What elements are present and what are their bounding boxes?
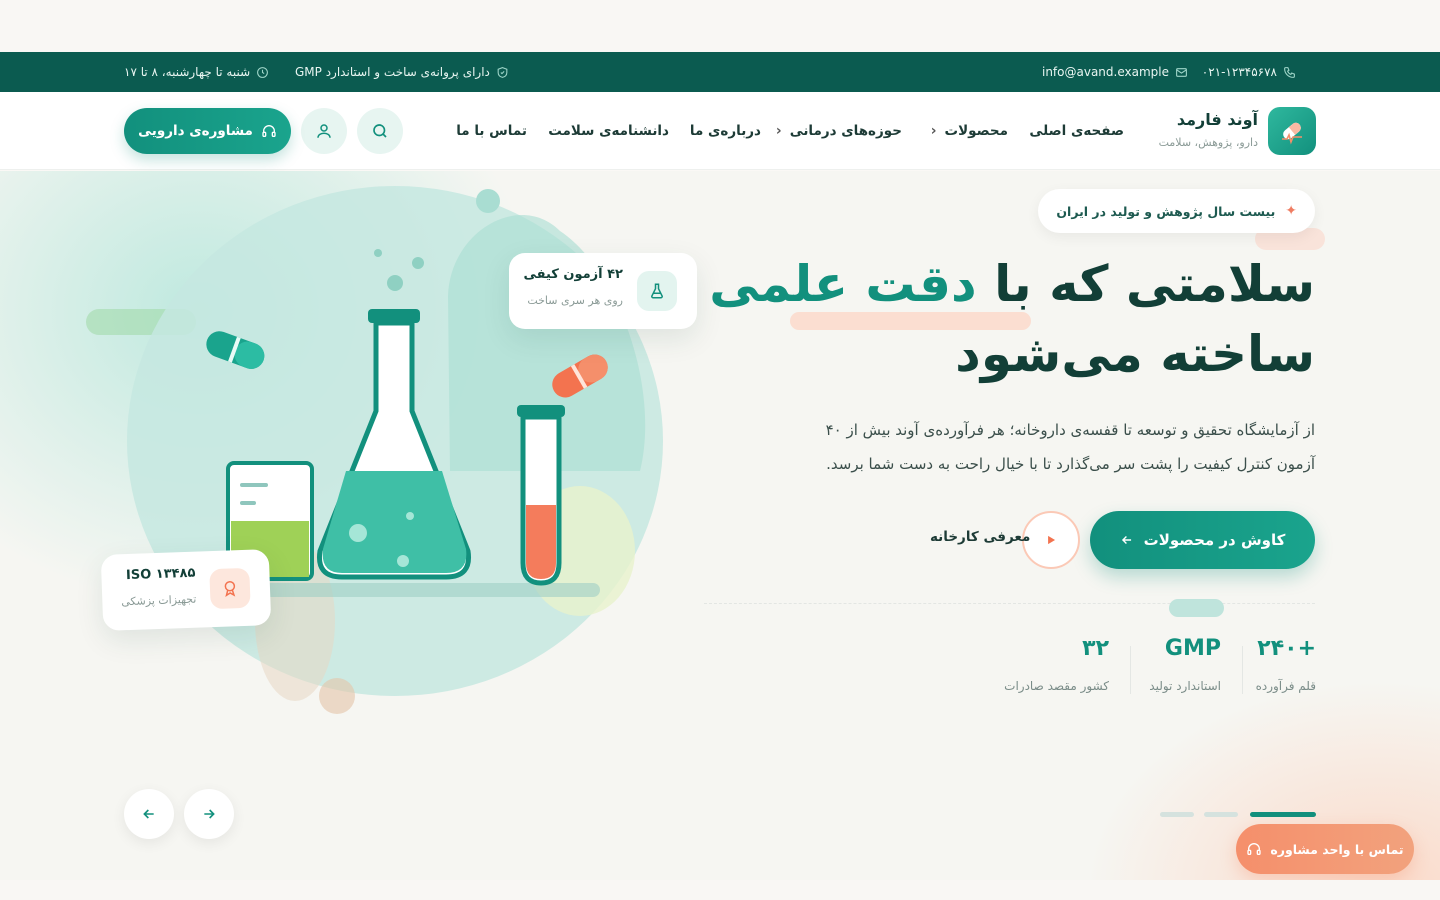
headset-icon	[262, 125, 276, 137]
divider-decor	[1169, 599, 1224, 617]
hero-title-line1: سلامتی که با دقت علمی	[709, 249, 1315, 319]
bubble	[387, 275, 403, 291]
top-info-bar: ۰۲۱-۱۲۳۴۵۶۷۸ info@avand.example شنبه تا …	[0, 52, 1440, 92]
stat-products-value: +۲۴۰	[1257, 636, 1316, 661]
nav-item-products[interactable]: محصولات ‹	[931, 92, 1008, 170]
slider-prev-button[interactable]	[124, 789, 174, 839]
page-bottom-spacer	[0, 880, 1440, 900]
stat-separator	[1130, 646, 1131, 694]
slider-next-button[interactable]	[184, 789, 234, 839]
decor-dot-sand	[319, 678, 355, 714]
stat-standard-label: استاندارد تولید	[1149, 679, 1221, 693]
arrow-right-icon	[204, 809, 215, 819]
headset-icon	[1247, 843, 1262, 855]
consult-button[interactable]: مشاوره‌ی دارویی	[124, 108, 291, 154]
sparkle-icon: ✦	[1285, 203, 1297, 219]
shield-check-icon	[497, 66, 508, 78]
arrow-left-icon	[1121, 536, 1131, 544]
account-button[interactable]	[301, 108, 347, 154]
slider-dot-active[interactable]	[1250, 812, 1316, 817]
hero-title-accent: دقت علمی	[709, 255, 977, 313]
bubble	[412, 257, 424, 269]
test-tube	[517, 405, 565, 586]
capsule-logo-icon	[1282, 122, 1302, 145]
nav-item-home[interactable]: صفحه‌ی اصلی	[1029, 92, 1124, 170]
slider-dot[interactable]	[1160, 812, 1194, 817]
iso-sub: تجهیزات پزشکی	[121, 592, 197, 609]
iso-title: ISO ۱۳۴۸۵	[125, 565, 196, 584]
brand-logo[interactable]	[1268, 107, 1316, 155]
hero-title-line2: ساخته می‌شود	[955, 325, 1315, 383]
nav-therapeutic-label: حوزه‌های درمانی	[789, 123, 902, 139]
contact-consult-label: تماس با واحد مشاوره	[1270, 841, 1404, 857]
topbar-phone[interactable]: ۰۲۱-۱۲۳۴۵۶۷۸	[1202, 52, 1296, 92]
clock-icon	[257, 66, 269, 78]
brand-name: آوند فارمد	[1176, 110, 1258, 129]
topbar-email[interactable]: info@avand.example	[1042, 52, 1188, 92]
hero-description: از آزمایشگاه تحقیق و توسعه تا قفسه‌ی دار…	[825, 421, 1315, 473]
explore-products-button[interactable]: کاوش در محصولات	[1090, 511, 1315, 569]
phone-icon	[1284, 66, 1295, 78]
email-text: info@avand.example	[1041, 65, 1169, 79]
quality-tests-title: ۴۲ آزمون کیفی	[523, 267, 623, 282]
topbar-hours: شنبه تا چهارشنبه، ۸ تا ۱۷	[124, 52, 269, 92]
nav-about-label: درباره‌ی ما	[689, 123, 761, 139]
chevron-down-icon: ‹	[775, 123, 782, 139]
hero-badge-text: بیست سال پژوهش و تولید در ایران	[1056, 203, 1276, 219]
page-top-spacer	[0, 0, 1440, 52]
nav-contact-label: تماس با ما	[456, 123, 527, 139]
nav-item-therapeutic[interactable]: حوزه‌های درمانی ‹	[776, 92, 902, 170]
play-icon	[1048, 535, 1056, 545]
hero-section: ۴۲ آزمون کیفی روی هر سری ساخت ISO ۱۳۴۸۵ …	[0, 171, 1440, 880]
chevron-down-icon: ‹	[930, 123, 937, 139]
slider-dot[interactable]	[1204, 812, 1238, 817]
nav-item-about[interactable]: درباره‌ی ما	[690, 92, 761, 170]
stat-export-label: کشور مقصد صادرات	[1004, 679, 1109, 693]
stat-standard: GMP استاندارد تولید	[1149, 633, 1221, 693]
decor-dot	[476, 189, 500, 213]
nav-home-label: صفحه‌ی اصلی	[1029, 123, 1124, 139]
search-icon	[373, 124, 387, 138]
mail-icon	[1176, 67, 1187, 77]
user-icon	[317, 124, 331, 138]
award-icon	[209, 567, 251, 610]
arrow-left-icon	[143, 809, 154, 819]
flask-icon	[637, 271, 677, 311]
stat-standard-value: GMP	[1164, 636, 1221, 661]
video-label[interactable]: معرفی کارخانه	[930, 529, 1030, 545]
iso-card: ISO ۱۳۴۸۵ تجهیزات پزشکی	[100, 549, 272, 631]
nav-item-encyclopedia[interactable]: دانشنامه‌ی سلامت	[548, 92, 669, 170]
bubble	[374, 249, 382, 257]
stat-products-label: قلم فرآورده	[1255, 679, 1316, 693]
quality-tests-card: ۴۲ آزمون کیفی روی هر سری ساخت	[509, 253, 697, 329]
nav-item-contact[interactable]: تماس با ما	[456, 92, 527, 170]
stat-export: ۳۲ کشور مقصد صادرات	[1004, 633, 1109, 693]
stat-separator	[1242, 646, 1243, 694]
consult-label: مشاوره‌ی دارویی	[138, 123, 253, 139]
brand-tagline: دارو، پژوهش، سلامت	[1158, 136, 1258, 149]
nav-encyclopedia-label: دانشنامه‌ی سلامت	[548, 123, 669, 139]
hero-title-pre: سلامتی که با	[994, 255, 1315, 313]
phone-text: ۰۲۱-۱۲۳۴۵۶۷۸	[1201, 65, 1277, 79]
play-video-button[interactable]	[1022, 511, 1080, 569]
hero-badge: ✦ بیست سال پژوهش و تولید در ایران	[1038, 189, 1315, 233]
quality-tests-sub: روی هر سری ساخت	[527, 294, 623, 307]
main-header: آوند فارمد دارو، پژوهش، سلامت صفحه‌ی اصل…	[0, 92, 1440, 170]
stat-products: +۲۴۰ قلم فرآورده	[1256, 633, 1316, 693]
stat-export-value: ۳۲	[1082, 636, 1109, 661]
nav-products-label: محصولات	[944, 123, 1008, 139]
explore-products-label: کاوش در محصولات	[1143, 531, 1286, 549]
license-text: دارای پروانه‌ی ساخت و استاندارد GMP	[295, 65, 490, 79]
hours-text: شنبه تا چهارشنبه، ۸ تا ۱۷	[124, 65, 251, 79]
topbar-license: دارای پروانه‌ی ساخت و استاندارد GMP	[295, 52, 509, 92]
search-button[interactable]	[357, 108, 403, 154]
contact-consult-button[interactable]: تماس با واحد مشاوره	[1236, 824, 1414, 874]
